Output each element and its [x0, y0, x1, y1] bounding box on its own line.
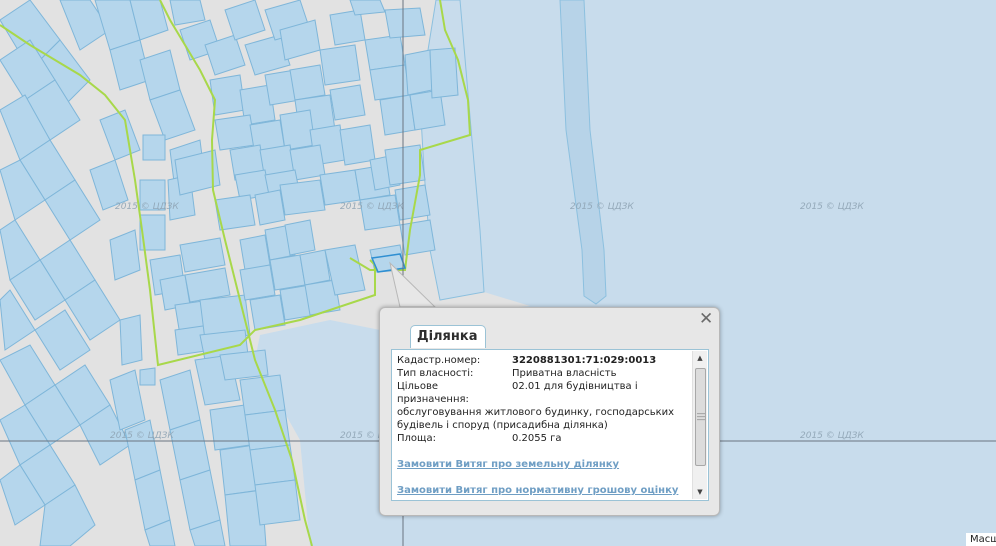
detail-key: Кадастр.номер:	[397, 355, 481, 366]
tab-parcel[interactable]: Ділянка	[410, 325, 487, 348]
detail-key: Площа:	[397, 433, 436, 444]
watermark: 2015 © ЦДЗК	[800, 431, 864, 441]
selected-parcel[interactable]	[370, 253, 407, 273]
scale-label: Масш	[966, 533, 996, 546]
popup-content: Кадастр.номер: 3220881301:71:029:0013 Ти…	[391, 349, 709, 501]
order-valuation-extract-link[interactable]: Замовити Витяг про нормативну грошову оц…	[397, 484, 687, 497]
parcel-popup: ✕ Ділянка Кадастр.номер: 3220881301:71:0…	[379, 307, 720, 516]
detail-key: Цільове призначення:	[397, 381, 469, 405]
ownership-type: Приватна власність	[512, 368, 617, 379]
scroll-up-icon[interactable]: ▲	[693, 351, 707, 365]
detail-row: Кадастр.номер: 3220881301:71:029:0013	[397, 354, 687, 367]
watermark: 2015 © ЦДЗК	[110, 431, 174, 441]
watermark: 2015 © ЦДЗК	[115, 202, 179, 212]
watermark: 2015 © ЦДЗК	[570, 202, 634, 212]
watermark: 2015 © ЦДЗК	[800, 202, 864, 212]
purpose-continuation: обслуговування житлового будинку, господ…	[397, 407, 675, 431]
detail-row: Тип власності: Приватна власність	[397, 367, 687, 380]
parcel-details: Кадастр.номер: 3220881301:71:029:0013 Ти…	[397, 354, 687, 497]
watermark: 2015 © ЦДЗК	[340, 202, 404, 212]
detail-key: Тип власності:	[397, 368, 474, 379]
popup-scrollbar[interactable]: ▲ ― ― ― ▼	[692, 351, 707, 499]
detail-row: Площа: 0.2055 га	[397, 432, 687, 445]
grip-icon: ― ― ―	[697, 409, 705, 424]
order-parcel-extract-link[interactable]: Замовити Витяг про земельну ділянку	[397, 458, 687, 471]
purpose-value: 02.01 для будівництва і	[512, 381, 638, 392]
scroll-down-icon[interactable]: ▼	[693, 485, 707, 499]
scroll-thumb[interactable]: ― ― ―	[695, 368, 706, 466]
cadastral-number: 3220881301:71:029:0013	[512, 355, 657, 366]
area-value: 0.2055 га	[512, 433, 562, 444]
detail-row: Цільове призначення: 02.01 для будівницт…	[397, 380, 687, 406]
close-icon[interactable]: ✕	[699, 311, 713, 328]
